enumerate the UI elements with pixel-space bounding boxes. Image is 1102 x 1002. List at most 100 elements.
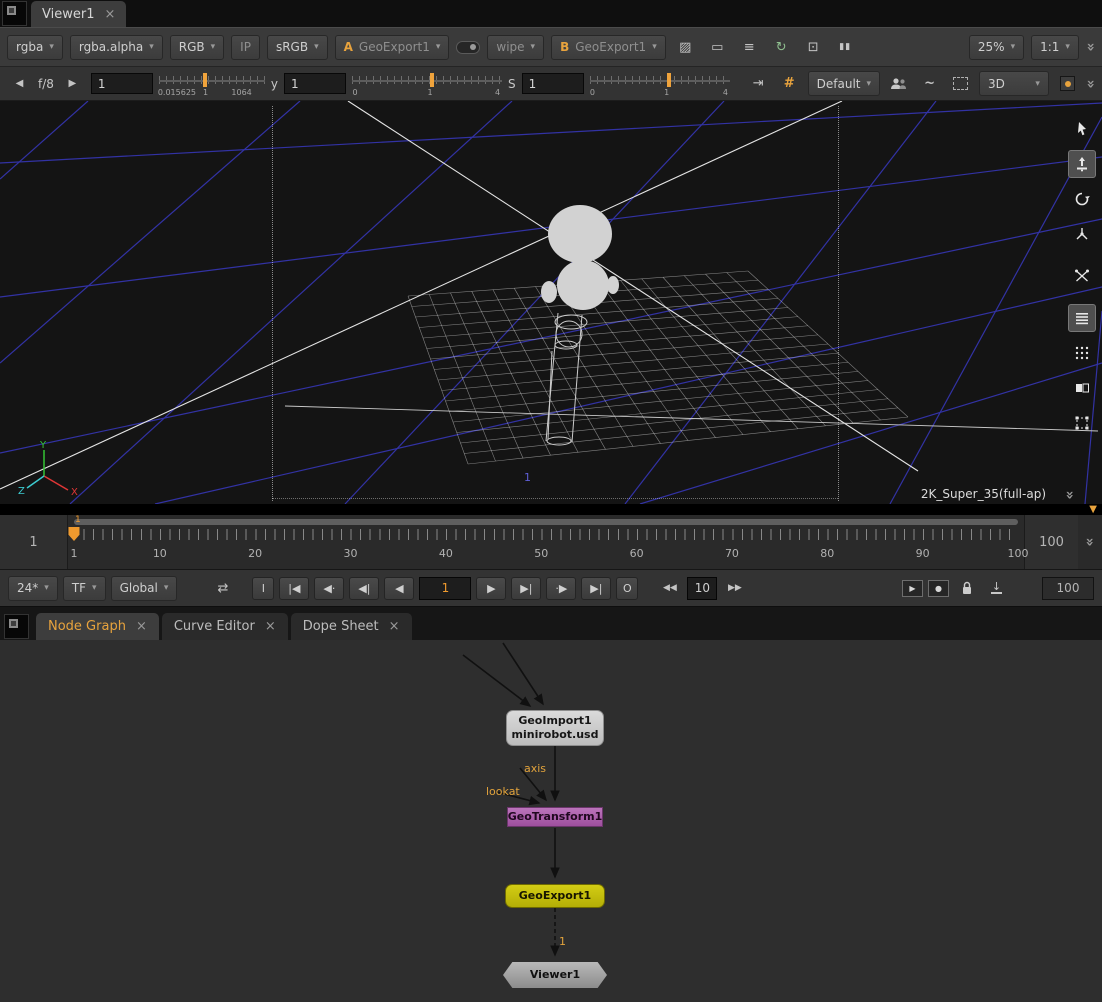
jump-forward-icon[interactable]: ▶▶	[722, 576, 747, 601]
display-lines-icon[interactable]	[1068, 304, 1096, 332]
grid-snap-icon[interactable]: #	[777, 71, 802, 96]
end-frame-box[interactable]: 100	[1042, 577, 1094, 600]
tab-viewer1[interactable]: Viewer1 ×	[31, 1, 126, 27]
checker-wipe-icon[interactable]: ▨	[673, 35, 698, 60]
flipbook-icon[interactable]: ▶	[902, 580, 923, 597]
tab-node-graph[interactable]: Node Graph ×	[36, 613, 159, 640]
refresh-icon[interactable]: ↻	[769, 35, 794, 60]
lock-range-icon[interactable]	[954, 576, 979, 601]
current-frame-input[interactable]: 1	[419, 577, 471, 600]
frame-ruler[interactable]: 1102030405060708090100 1	[74, 515, 1018, 569]
gamma-slider-handle[interactable]	[430, 73, 434, 87]
rotate-tool-icon[interactable]	[1068, 185, 1096, 213]
prev-increment-button[interactable]: ◀·	[314, 577, 344, 600]
input-process-toggle[interactable]: IP	[231, 35, 260, 60]
range-start-box[interactable]: 1	[0, 515, 68, 569]
panel-menu-icon[interactable]	[2, 1, 27, 26]
channels-dropdown[interactable]: rgba▾	[7, 35, 63, 60]
goto-end-button[interactable]: ▶|	[581, 577, 611, 600]
capture-icon[interactable]: ●	[928, 580, 949, 597]
gain-slider-handle[interactable]	[203, 73, 207, 87]
colorspace-dropdown[interactable]: sRGB▾	[267, 35, 328, 60]
playhead-frame-label: 1	[75, 515, 81, 525]
saturation-slider[interactable]: 0 1 4	[590, 69, 730, 99]
node-geotransform1[interactable]: GeoTransform1	[507, 807, 603, 827]
proxy-dropdown[interactable]: 1:1▾	[1031, 35, 1079, 60]
goto-start-button[interactable]: |◀	[279, 577, 309, 600]
node-geoexport1[interactable]: GeoExport1	[505, 884, 605, 908]
layer-dropdown[interactable]: rgba.alpha▾	[70, 35, 163, 60]
layout-dropdown[interactable]: Default▾	[808, 71, 880, 96]
viewport-more-chevron-icon[interactable]: »	[1061, 490, 1077, 499]
saturation-slider-handle[interactable]	[667, 73, 671, 87]
viewer-3d-viewport[interactable]: 1 2K_Super_35(full-ap) Y X Z »	[0, 101, 1102, 504]
tab-dope-sheet-label: Dope Sheet	[303, 619, 379, 634]
pause-icon[interactable]: ▮▮	[833, 35, 858, 60]
step-forward-button[interactable]: ▶|	[511, 577, 541, 600]
node-graph-canvas[interactable]: axis lookat 1 GeoImport1 minirobot.usd G…	[0, 640, 1102, 1002]
close-icon[interactable]: ×	[136, 619, 147, 634]
select-tool-icon[interactable]	[1068, 115, 1096, 143]
saturation-input[interactable]: 1	[522, 73, 584, 94]
scanline-icon[interactable]: ≡	[737, 35, 762, 60]
gamma-input[interactable]: 1	[284, 73, 346, 94]
wipe-dropdown[interactable]: wipe▾	[487, 35, 544, 60]
color-sample-icon[interactable]	[1055, 71, 1080, 96]
tab-curve-editor[interactable]: Curve Editor ×	[162, 613, 288, 640]
fps-dropdown[interactable]: 24*▾	[8, 576, 58, 601]
group-people-icon[interactable]	[886, 71, 911, 96]
range-end-box[interactable]: 100	[1024, 515, 1078, 569]
tab-dope-sheet[interactable]: Dope Sheet ×	[291, 613, 412, 640]
frame-range-dropdown[interactable]: Global▾	[111, 576, 178, 601]
jump-back-icon[interactable]: ◀◀	[657, 576, 682, 601]
input-b-dropdown[interactable]: BGeoExport1▾	[551, 35, 666, 60]
set-in-button[interactable]: I	[252, 577, 274, 600]
view-mode-dropdown[interactable]: 3D▾	[979, 71, 1049, 96]
playback-mode-icon[interactable]: ⇄	[210, 576, 235, 601]
input-a-label: A	[344, 40, 353, 54]
goto-input-icon[interactable]: ⇥	[746, 71, 771, 96]
play-backward-button[interactable]: ◀	[384, 577, 414, 600]
timeline-collapse-strip[interactable]: ▼	[0, 504, 1102, 515]
tf-dropdown[interactable]: TF▾	[63, 576, 106, 601]
gain-slider[interactable]: 0.015625 1 1064	[159, 69, 265, 99]
bbox-display-icon[interactable]	[1068, 409, 1096, 437]
colorspace-value: sRGB	[276, 40, 308, 54]
link-tool-icon[interactable]	[1068, 262, 1096, 290]
gamma-slider[interactable]: 0 1 4	[352, 69, 502, 99]
scale-tool-icon[interactable]	[1068, 220, 1096, 248]
close-icon[interactable]: ×	[104, 7, 115, 22]
frame-increment-input[interactable]: 10	[687, 577, 717, 600]
ruler-chevron[interactable]: »	[1078, 515, 1102, 569]
more-settings-chevron-icon[interactable]: »	[1082, 79, 1098, 88]
display-channel-dropdown[interactable]: RGB▾	[170, 35, 224, 60]
marquee-select-icon[interactable]	[948, 71, 973, 96]
more-tools-chevron-icon[interactable]: »	[1082, 42, 1098, 51]
node-geoimport1[interactable]: GeoImport1 minirobot.usd	[506, 710, 604, 746]
next-increment-button[interactable]: ·▶	[546, 577, 576, 600]
render-save-icon[interactable]: ↓	[984, 576, 1009, 601]
close-icon[interactable]: ×	[389, 619, 400, 634]
play-forward-button[interactable]: ▶	[476, 577, 506, 600]
gamma-tick-label: 4	[495, 88, 500, 97]
next-stop-icon[interactable]: ▶	[60, 71, 85, 96]
gain-input[interactable]: 1	[91, 73, 153, 94]
face-display-icon[interactable]	[1068, 374, 1096, 402]
step-back-button[interactable]: ◀|	[349, 577, 379, 600]
panel-menu-icon[interactable]	[4, 614, 29, 639]
frame-format-icon[interactable]: ⊡	[801, 35, 826, 60]
close-icon[interactable]: ×	[265, 619, 276, 634]
monitor-out-icon[interactable]: ▭	[705, 35, 730, 60]
wipe-center-toggle[interactable]	[456, 41, 480, 54]
curve-overlay-icon[interactable]: ~	[917, 71, 942, 96]
zoom-dropdown[interactable]: 25%▾	[969, 35, 1024, 60]
timeline-collapse-icon[interactable]: ▼	[1089, 504, 1097, 515]
set-out-button[interactable]: O	[616, 577, 638, 600]
range-start-value: 1	[29, 535, 37, 550]
prev-stop-icon[interactable]: ◀	[7, 71, 32, 96]
translate-tool-icon[interactable]	[1068, 150, 1096, 178]
input-a-dropdown[interactable]: AGeoExport1▾	[335, 35, 450, 60]
node-viewer1[interactable]: Viewer1	[503, 962, 607, 988]
vertex-display-icon[interactable]	[1068, 339, 1096, 367]
gamma-tick-label: 0	[352, 88, 357, 97]
